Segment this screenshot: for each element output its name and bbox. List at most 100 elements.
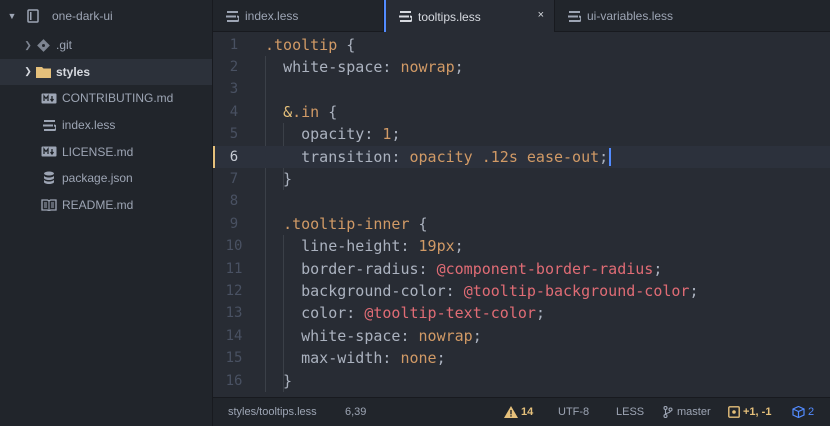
- warning-count: 14: [521, 406, 534, 418]
- grammar-label: LESS: [616, 406, 645, 418]
- close-icon[interactable]: ×: [538, 9, 544, 21]
- package-count: 2: [808, 406, 815, 418]
- code-line[interactable]: 10 line-height: 19px;: [213, 235, 830, 257]
- chevron-down-icon[interactable]: ▼: [6, 11, 18, 21]
- file-path: styles/tooltips.less: [228, 406, 317, 418]
- tree-item-label: CONTRIBUTING.md: [62, 91, 174, 106]
- code-text: transition: opacity .12s ease-out;: [265, 146, 612, 168]
- code-text: line-height: 19px;: [301, 237, 464, 256]
- line-number: 11: [225, 260, 243, 277]
- linter-warnings[interactable]: 14: [504, 398, 533, 426]
- code-text: border-radius: @component-border-radius;: [301, 259, 663, 278]
- code-line[interactable]: 4 &.in {: [213, 101, 830, 123]
- less-icon: [567, 10, 581, 23]
- code-line[interactable]: 5 opacity: 1;: [213, 123, 830, 145]
- folder-icon: [34, 66, 52, 78]
- encoding-status[interactable]: UTF-8: [558, 398, 589, 426]
- code-text: }: [265, 371, 293, 390]
- code-line[interactable]: 12 background-color: @tooltip-background…: [213, 280, 830, 302]
- tree-item-contributing[interactable]: CONTRIBUTING.md: [0, 85, 212, 112]
- tree-item-label: styles: [56, 64, 91, 79]
- code-line[interactable]: 7 }: [213, 168, 830, 190]
- cursor-position[interactable]: 6,39: [345, 398, 366, 426]
- less-icon: [40, 119, 58, 132]
- less-icon: [398, 10, 412, 23]
- code-line[interactable]: 2 white-space: nowrap;: [213, 56, 830, 78]
- tree-view: ▼ one-dark-ui ❯ .git ❯ styles CONTRIBUTI…: [0, 0, 213, 426]
- code-line[interactable]: 1 .tooltip {: [213, 34, 830, 56]
- diff-label: +1, -1: [743, 406, 772, 418]
- chevron-right-icon[interactable]: ❯: [22, 40, 34, 51]
- package-updates-status[interactable]: 2: [792, 398, 814, 426]
- line-number: 4: [229, 103, 239, 120]
- code-text: opacity: 1;: [301, 125, 401, 144]
- diff-icon: [728, 406, 740, 418]
- tree-root[interactable]: ▼ one-dark-ui: [0, 0, 212, 32]
- text-editor[interactable]: 1 .tooltip { 2 white-space: nowrap; 3 4 &.in…: [213, 32, 830, 397]
- markdown-icon: [40, 93, 58, 104]
- tab-label: tooltips.less: [418, 9, 481, 24]
- code-text: white-space: nowrap;: [283, 57, 464, 76]
- code-text: max-width: none;: [301, 349, 446, 368]
- status-bar: styles/tooltips.less 6,39 14 UTF-8 LESS …: [213, 397, 830, 426]
- code-line[interactable]: 3: [213, 78, 830, 100]
- tab-bar: index.less tooltips.less × ui-variables.…: [213, 0, 830, 33]
- git-diff-status[interactable]: +1, -1: [728, 398, 771, 426]
- tab-tooltips-less[interactable]: tooltips.less ×: [384, 0, 555, 33]
- code-line[interactable]: 15 max-width: none;: [213, 347, 830, 369]
- tree-item-git[interactable]: ❯ .git: [0, 32, 212, 59]
- line-number: 8: [229, 193, 239, 210]
- code-line[interactable]: 14 white-space: nowrap;: [213, 325, 830, 347]
- code-line[interactable]: 9 .tooltip-inner {: [213, 213, 830, 235]
- code-text: white-space: nowrap;: [301, 326, 482, 345]
- package-icon: [792, 406, 805, 418]
- line-number: 10: [225, 238, 243, 255]
- tree-item-label: package.json: [62, 171, 133, 186]
- code-line[interactable]: 6 transition: opacity .12s ease-out;: [213, 145, 830, 168]
- line-number: 2: [229, 58, 239, 75]
- code-line[interactable]: 8: [213, 190, 830, 212]
- branch-icon: [663, 406, 673, 418]
- tree-item-license[interactable]: LICENSE.md: [0, 138, 212, 165]
- text-cursor: [609, 148, 612, 166]
- line-number: 9: [229, 215, 239, 232]
- code-text: &.in {: [283, 102, 338, 121]
- tree-item-index-less[interactable]: index.less: [0, 112, 212, 139]
- git-branch-status[interactable]: master: [663, 398, 711, 426]
- line-number: 7: [229, 170, 239, 187]
- code-line[interactable]: 16 }: [213, 370, 830, 392]
- tree-item-label: .git: [56, 38, 73, 53]
- tree-item-label: README.md: [62, 197, 134, 212]
- line-number: 16: [225, 372, 243, 389]
- line-number: 14: [225, 327, 243, 344]
- tree-item-package-json[interactable]: package.json: [0, 165, 212, 192]
- cursor-position-label: 6,39: [345, 406, 367, 418]
- tree-item-styles[interactable]: ❯ styles: [0, 58, 212, 86]
- code-text: .tooltip {: [265, 35, 356, 54]
- tab-label: ui-variables.less: [587, 9, 674, 23]
- markdown-icon: [40, 146, 58, 157]
- encoding-label: UTF-8: [558, 406, 590, 418]
- grammar-status[interactable]: LESS: [616, 398, 644, 426]
- line-number: 1: [229, 36, 239, 53]
- warning-icon: [504, 406, 518, 418]
- code-line[interactable]: 13 color: @tooltip-text-color;: [213, 302, 830, 324]
- line-number: 6: [229, 148, 239, 165]
- code-text: .tooltip-inner {: [283, 214, 428, 233]
- line-number: 5: [229, 126, 239, 143]
- line-number: 3: [229, 81, 239, 98]
- less-icon: [225, 10, 239, 23]
- code-line[interactable]: 11 border-radius: @component-border-radi…: [213, 258, 830, 280]
- line-number: 15: [225, 350, 243, 367]
- status-file-path[interactable]: styles/tooltips.less: [228, 398, 317, 426]
- tab-ui-variables-less[interactable]: ui-variables.less: [555, 0, 830, 32]
- tab-index-less[interactable]: index.less: [213, 0, 384, 32]
- tab-label: index.less: [245, 9, 299, 23]
- tree-item-label: LICENSE.md: [62, 144, 134, 159]
- tree-item-readme[interactable]: README.md: [0, 192, 212, 219]
- chevron-right-icon[interactable]: ❯: [22, 66, 34, 77]
- book-icon: [40, 199, 58, 211]
- git-icon: [34, 38, 52, 52]
- line-number: 13: [225, 305, 243, 322]
- json-icon: [40, 171, 58, 185]
